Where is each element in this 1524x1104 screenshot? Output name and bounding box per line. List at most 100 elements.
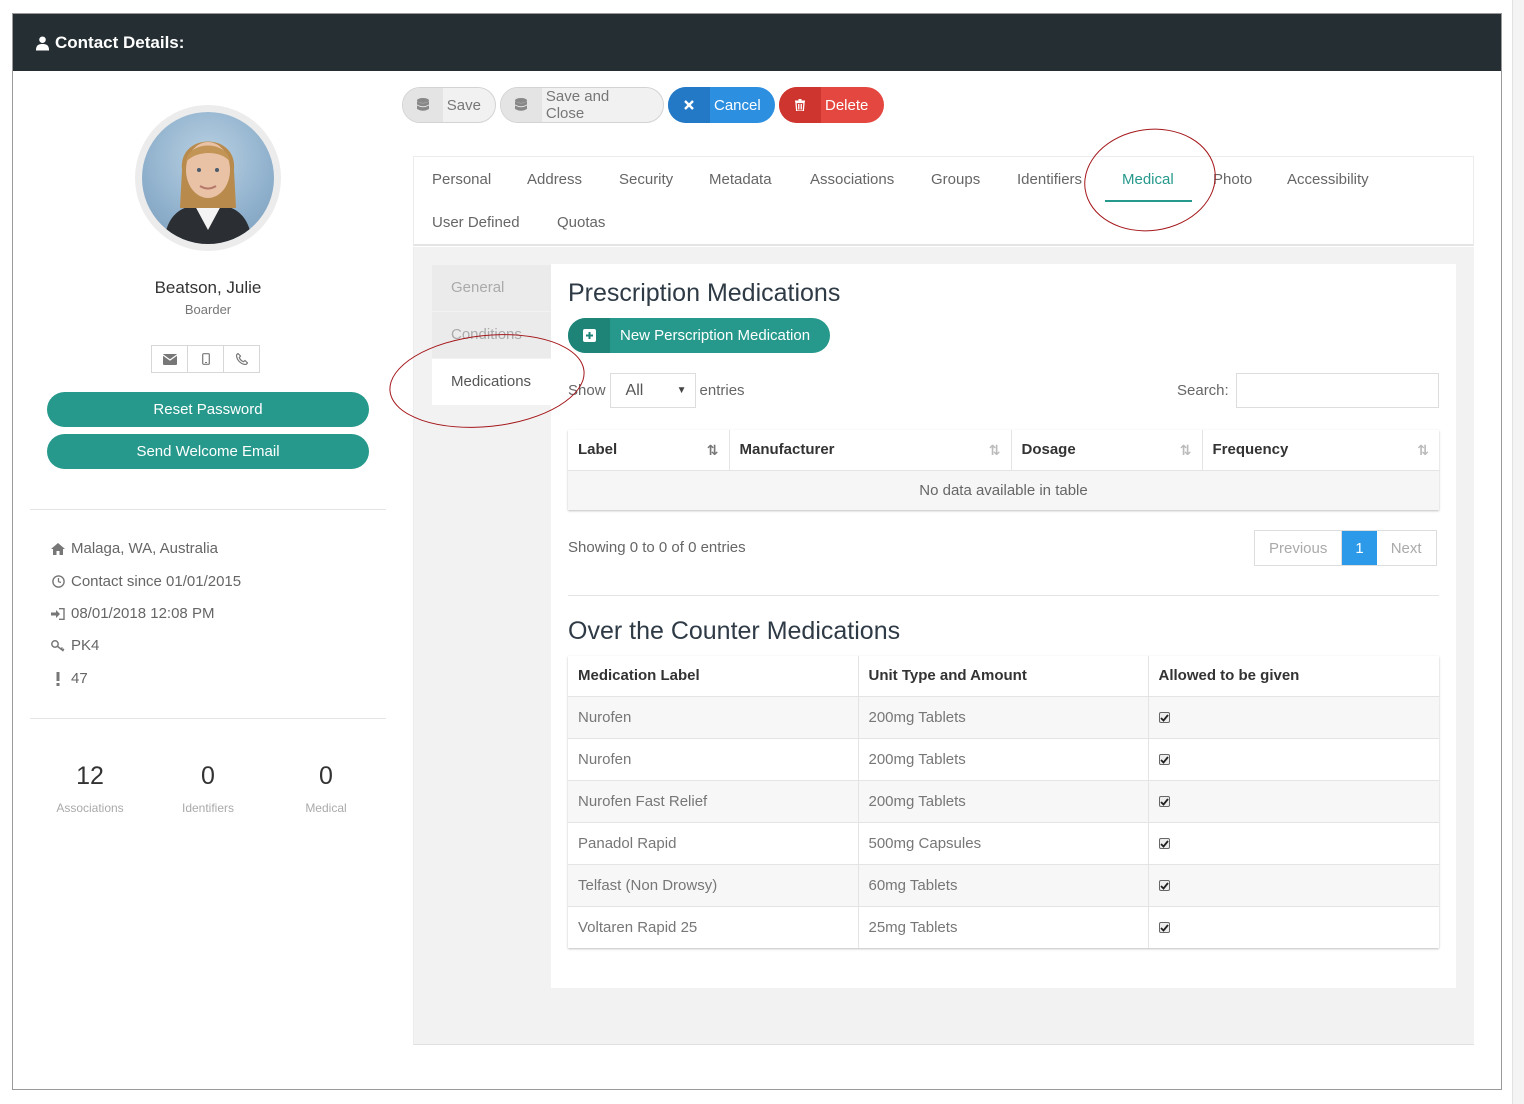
info-contact-since: Contact since 01/01/2015 [51, 573, 241, 590]
allowed-cell [1148, 821, 1439, 864]
user-icon [35, 35, 50, 50]
sidenav-medications[interactable]: Medications [432, 359, 551, 405]
scrollbar[interactable] [1512, 0, 1524, 1104]
table-row: Panadol Rapid 500mg Capsules [568, 821, 1439, 864]
table-row: Voltaren Rapid 25 25mg Tablets [568, 905, 1439, 948]
info-key: PK4 [51, 637, 99, 654]
show-entries: Show All ▼ entries [568, 373, 745, 408]
allowed-checkbox[interactable] [1158, 796, 1170, 807]
table-row: Nurofen Fast Relief 200mg Tablets [568, 779, 1439, 822]
reset-password-button[interactable]: Reset Password [47, 392, 369, 427]
database-icon [515, 98, 528, 111]
column-header-medication-label: Medication Label [568, 656, 859, 696]
save-and-close-button[interactable]: Save and Close [500, 87, 664, 123]
search-input[interactable] [1235, 373, 1439, 408]
unit-type-cell: 500mg Capsules [858, 821, 1149, 864]
check-icon [1159, 881, 1169, 890]
allowed-checkbox[interactable] [1158, 922, 1170, 934]
divider [30, 718, 386, 719]
phone-button[interactable] [223, 345, 260, 373]
active-tab-indicator [1105, 200, 1192, 202]
stat-medical[interactable]: 0 Medical [266, 762, 386, 815]
check-icon [1159, 839, 1169, 848]
send-welcome-email-button[interactable]: Send Welcome Email [47, 434, 369, 469]
tab-associations[interactable]: Associations [810, 171, 894, 188]
tab-groups[interactable]: Groups [931, 171, 980, 188]
medication-label-cell: Nurofen [568, 737, 859, 780]
allowed-cell [1148, 779, 1439, 822]
tab-personal[interactable]: Personal [432, 171, 491, 188]
prescription-title: Prescription Medications [568, 279, 841, 307]
entries-select[interactable]: All ▼ [609, 373, 696, 408]
exclamation-icon [51, 671, 65, 686]
pagination: Previous 1 Next [1254, 530, 1437, 566]
email-button[interactable] [151, 345, 188, 373]
pager-next[interactable]: Next [1377, 531, 1436, 565]
table-row: Telfast (Non Drowsy) 60mg Tablets [568, 863, 1439, 906]
check-icon [1159, 797, 1169, 806]
info-alert: 47 [51, 670, 88, 687]
divider [30, 509, 386, 510]
contact-actions [151, 345, 260, 373]
tab-address[interactable]: Address [527, 171, 582, 188]
tab-accessibility[interactable]: Accessibility [1287, 171, 1369, 188]
prescription-table: Label ⇅ Manufacturer ⇅ Dosage ⇅ Frequency ⇅ … [568, 430, 1439, 510]
sidenav-conditions[interactable]: Conditions [432, 312, 551, 358]
medication-label-cell: Voltaren Rapid 25 [568, 905, 859, 948]
allowed-cell [1148, 695, 1439, 738]
medical-panel: General Conditions Medications Prescript… [413, 247, 1474, 1045]
otc-table: Medication Label Unit Type and Amount Al… [568, 656, 1439, 948]
unit-type-cell: 200mg Tablets [858, 737, 1149, 780]
allowed-checkbox[interactable] [1158, 754, 1170, 765]
envelope-icon [162, 353, 177, 365]
allowed-cell [1148, 863, 1439, 906]
tab-user-defined[interactable]: User Defined [432, 214, 520, 231]
pager-previous[interactable]: Previous [1255, 531, 1343, 565]
mobile-button[interactable] [187, 345, 224, 373]
stat-associations[interactable]: 12 Associations [30, 762, 150, 815]
column-header-dosage[interactable]: Dosage ⇅ [1011, 430, 1203, 470]
tab-security[interactable]: Security [619, 171, 673, 188]
allowed-checkbox[interactable] [1158, 880, 1170, 891]
delete-button[interactable]: Delete [779, 87, 884, 123]
sort-asc-icon: ⇅ [706, 442, 719, 458]
page-title: Contact Details: [55, 32, 185, 52]
column-header-manufacturer[interactable]: Manufacturer ⇅ [729, 430, 1012, 470]
tab-bar: Personal Address Security Metadata Assoc… [413, 156, 1474, 246]
contact-role: Boarder [184, 302, 232, 317]
table-row: Nurofen 200mg Tablets [568, 737, 1439, 780]
tab-metadata[interactable]: Metadata [709, 171, 772, 188]
column-header-frequency[interactable]: Frequency ⇅ [1202, 430, 1439, 470]
unit-type-cell: 200mg Tablets [858, 779, 1149, 822]
allowed-checkbox[interactable] [1158, 712, 1170, 723]
cancel-button[interactable]: Cancel [668, 87, 775, 123]
unit-type-cell: 60mg Tablets [858, 863, 1149, 906]
check-icon [1159, 755, 1169, 764]
unit-type-cell: 200mg Tablets [858, 695, 1149, 738]
allowed-checkbox[interactable] [1158, 838, 1170, 849]
column-header-unit-type: Unit Type and Amount [858, 656, 1149, 696]
stat-identifiers[interactable]: 0 Identifiers [148, 762, 268, 815]
unit-type-cell: 25mg Tablets [858, 905, 1149, 948]
clock-icon [51, 575, 65, 589]
info-location: Malaga, WA, Australia [51, 540, 218, 557]
section-divider [568, 595, 1439, 596]
tab-photo[interactable]: Photo [1213, 171, 1252, 188]
tab-quotas[interactable]: Quotas [557, 214, 605, 231]
header-bar: Contact Details: [13, 14, 1501, 71]
sidenav-general[interactable]: General [432, 265, 551, 311]
pager-page-1[interactable]: 1 [1342, 531, 1377, 565]
close-icon [684, 100, 694, 110]
column-header-label[interactable]: Label ⇅ [568, 430, 730, 470]
new-prescription-button[interactable]: New Perscription Medication [568, 318, 830, 353]
check-icon [1159, 713, 1169, 722]
plus-square-icon [582, 329, 596, 342]
medication-label-cell: Telfast (Non Drowsy) [568, 863, 859, 906]
tab-medical[interactable]: Medical [1122, 171, 1174, 188]
key-icon [51, 639, 65, 653]
column-header-allowed: Allowed to be given [1148, 656, 1439, 696]
allowed-cell [1148, 905, 1439, 948]
phone-icon [235, 353, 248, 365]
save-button[interactable]: Save [402, 87, 496, 123]
tab-identifiers[interactable]: Identifiers [1017, 171, 1082, 188]
